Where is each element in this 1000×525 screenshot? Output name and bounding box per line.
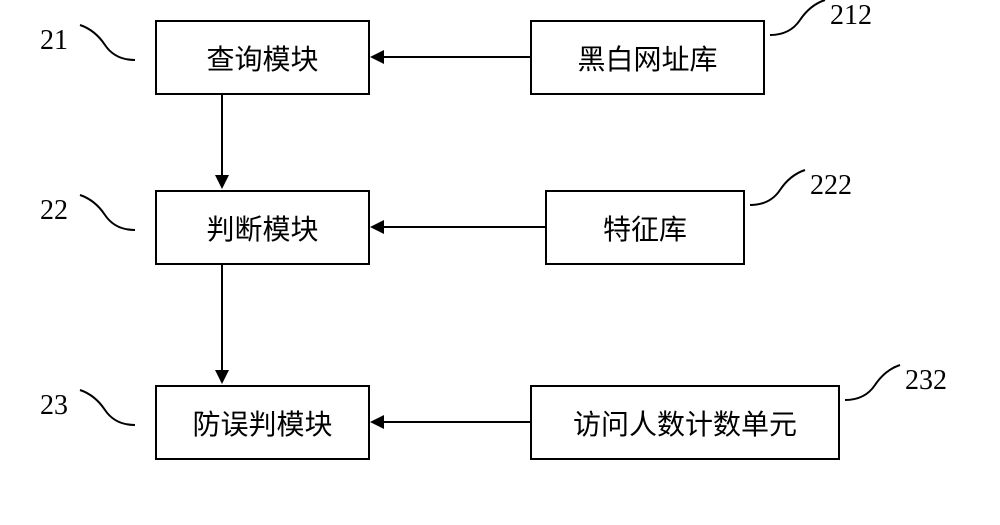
arrow-judge-to-antimis bbox=[221, 265, 223, 370]
box-antimis-module-label: 防误判模块 bbox=[192, 403, 332, 443]
arrow-head-feat-to-judge bbox=[370, 220, 384, 234]
box-visitor-counter-label: 访问人数计数单元 bbox=[573, 403, 797, 443]
arrow-visitor-to-antimis bbox=[384, 421, 530, 423]
box-query-module: 查询模块 bbox=[155, 20, 370, 95]
ref-22: 22 bbox=[40, 195, 68, 227]
arrow-head-judge-to-antimis bbox=[215, 370, 229, 384]
box-bw-url-db-label: 黑白网址库 bbox=[577, 38, 717, 78]
ref-232: 232 bbox=[905, 365, 947, 397]
leader-21 bbox=[80, 25, 135, 65]
leader-23 bbox=[80, 390, 135, 430]
box-antimis-module: 防误判模块 bbox=[155, 385, 370, 460]
leader-22 bbox=[80, 195, 135, 235]
arrow-feat-to-judge bbox=[384, 226, 545, 228]
leader-212 bbox=[770, 0, 825, 40]
leader-222 bbox=[750, 170, 805, 210]
ref-23: 23 bbox=[40, 390, 68, 422]
arrow-query-to-judge bbox=[221, 95, 223, 175]
ref-212: 212 bbox=[830, 0, 872, 32]
box-feature-db-label: 特征库 bbox=[603, 208, 687, 248]
leader-232 bbox=[845, 365, 900, 405]
box-feature-db: 特征库 bbox=[545, 190, 745, 265]
arrow-head-bwdb-to-query bbox=[370, 50, 384, 64]
box-judge-module-label: 判断模块 bbox=[206, 208, 318, 248]
arrow-head-visitor-to-antimis bbox=[370, 415, 384, 429]
box-bw-url-db: 黑白网址库 bbox=[530, 20, 765, 95]
box-query-module-label: 查询模块 bbox=[206, 38, 318, 78]
box-judge-module: 判断模块 bbox=[155, 190, 370, 265]
ref-21: 21 bbox=[40, 25, 68, 57]
box-visitor-counter: 访问人数计数单元 bbox=[530, 385, 840, 460]
arrow-head-query-to-judge bbox=[215, 175, 229, 189]
arrow-bwdb-to-query bbox=[384, 56, 530, 58]
ref-222: 222 bbox=[810, 170, 852, 202]
